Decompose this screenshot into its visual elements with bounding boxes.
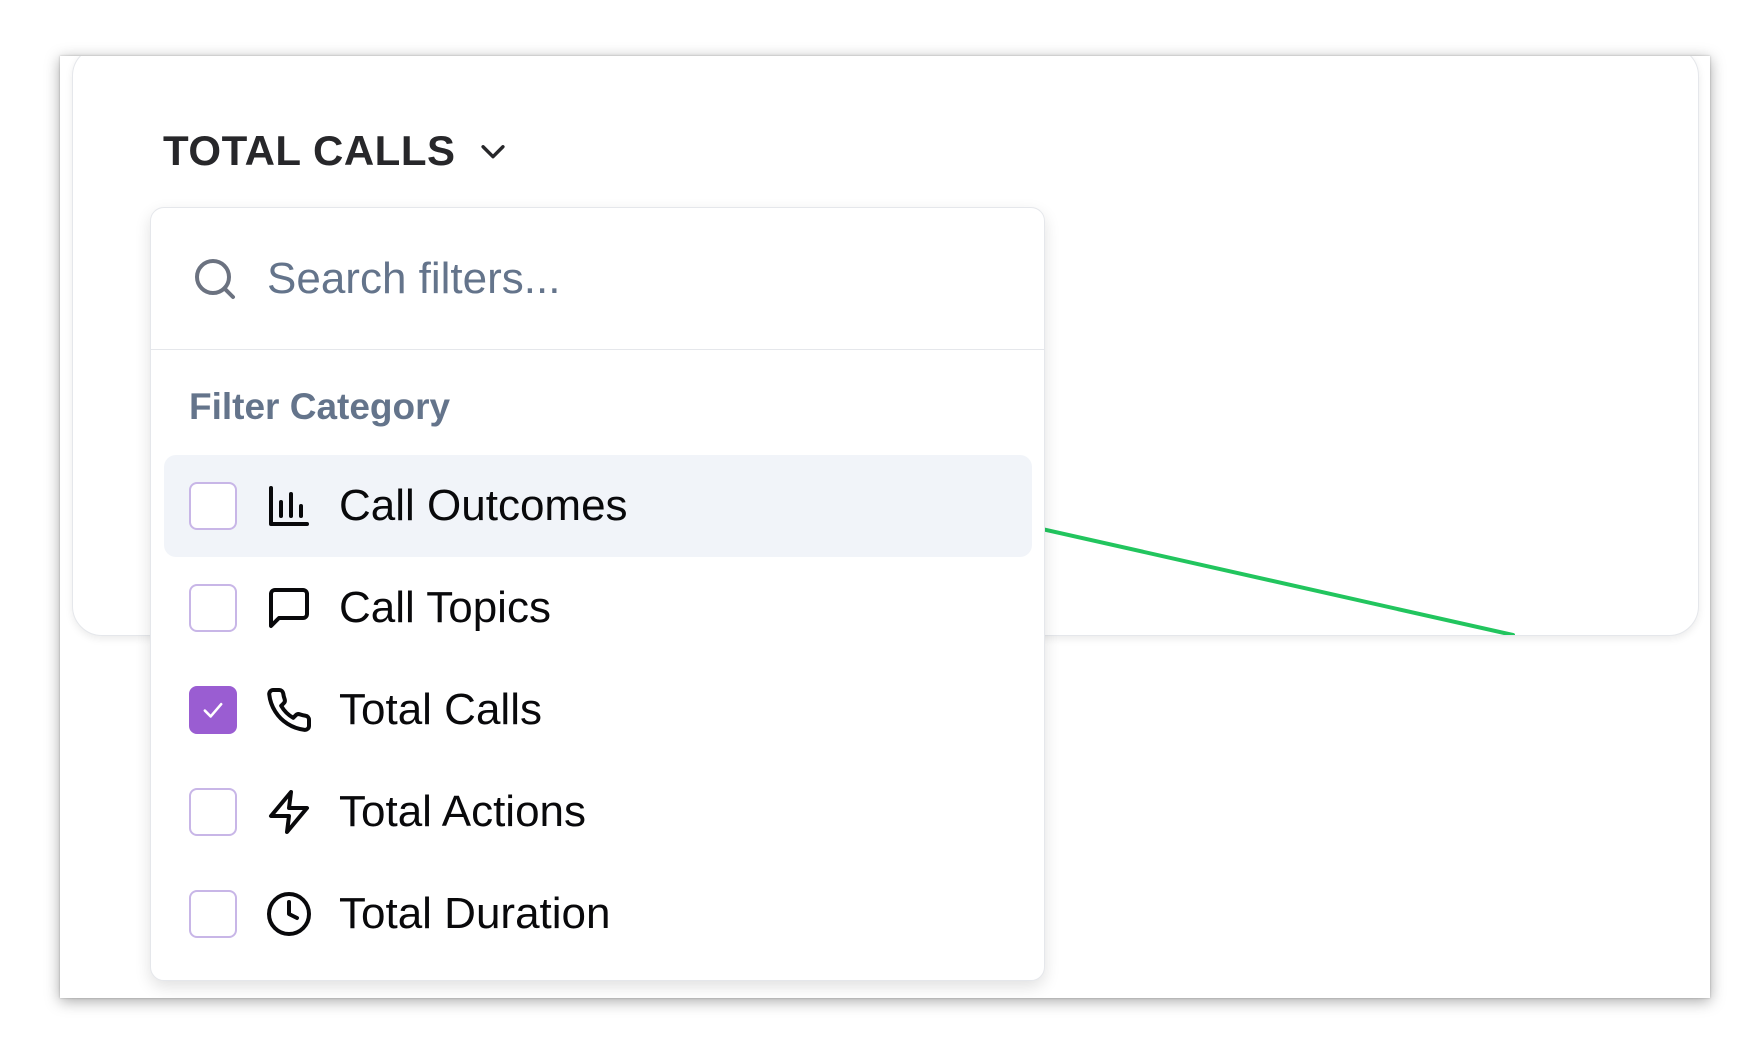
checkbox-total-calls[interactable] <box>189 686 237 734</box>
checkmark-icon <box>203 702 223 718</box>
filter-list: Call Outcomes Call Topics Total Calls To… <box>164 455 1032 965</box>
checkbox-call-outcomes[interactable] <box>189 482 237 530</box>
filter-item-label: Total Calls <box>339 685 542 734</box>
filter-item-call-topics[interactable]: Call Topics <box>164 557 1032 659</box>
clock-icon <box>267 892 311 936</box>
filter-item-label: Call Topics <box>339 583 551 632</box>
metric-selector[interactable]: TOTAL CALLS <box>163 127 510 175</box>
app-window: TOTAL CALLS Filter Category <box>60 56 1710 998</box>
filter-item-total-actions[interactable]: Total Actions <box>164 761 1032 863</box>
checkbox-call-topics[interactable] <box>189 584 237 632</box>
filter-dropdown: Filter Category Call Outcomes Call Topic… <box>150 207 1045 981</box>
filter-category-label: Filter Category <box>189 386 451 427</box>
filter-item-label: Call Outcomes <box>339 481 628 530</box>
search-row <box>151 208 1044 350</box>
message-square-icon <box>269 588 309 628</box>
filter-item-total-calls[interactable]: Total Calls <box>164 659 1032 761</box>
lightning-icon <box>269 790 309 834</box>
filter-item-call-outcomes[interactable]: Call Outcomes <box>164 455 1032 557</box>
checkbox-total-actions[interactable] <box>189 788 237 836</box>
filter-item-label: Total Actions <box>339 787 587 836</box>
search-input[interactable] <box>267 253 967 304</box>
metric-title: TOTAL CALLS <box>163 127 456 174</box>
filter-item-total-duration[interactable]: Total Duration <box>164 863 1032 965</box>
checkbox-total-duration[interactable] <box>189 890 237 938</box>
search-icon <box>195 258 235 299</box>
phone-icon <box>267 688 312 732</box>
filter-item-label: Total Duration <box>339 889 611 938</box>
bar-chart-icon <box>269 486 309 526</box>
chevron-down-icon <box>480 145 505 159</box>
